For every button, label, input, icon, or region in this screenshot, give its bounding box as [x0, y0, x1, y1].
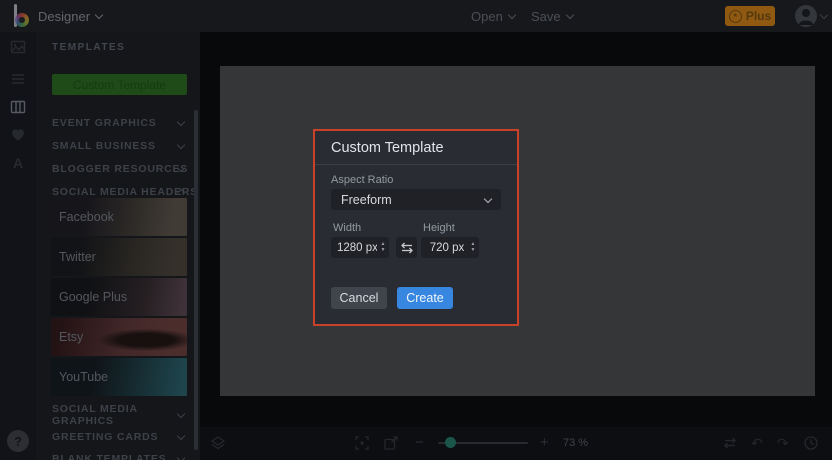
chevron-down-icon: [176, 140, 186, 150]
save-menu[interactable]: Save: [531, 0, 574, 32]
height-stepper[interactable]: ▲ ▼: [467, 242, 479, 253]
zoom-percent: 73 %: [563, 437, 589, 449]
bottom-toolbar: − + 73 % ↶ ↷: [200, 427, 832, 460]
fit-to-screen-icon[interactable]: [354, 435, 370, 451]
befunky-logo-icon[interactable]: [12, 4, 34, 28]
zoom-slider-thumb[interactable]: [445, 437, 456, 448]
heart-icon[interactable]: [10, 127, 26, 143]
width-field: ▲ ▼: [331, 237, 389, 258]
height-input[interactable]: [421, 241, 467, 254]
zoom-out-button[interactable]: −: [415, 435, 424, 451]
width-stepper[interactable]: ▲ ▼: [377, 242, 389, 253]
step-down-icon[interactable]: ▼: [381, 248, 386, 253]
template-thumb-google-plus[interactable]: Google Plus: [51, 278, 187, 316]
swap-arrows-icon: [400, 242, 413, 253]
chevron-down-icon: [176, 117, 186, 127]
help-button[interactable]: ?: [7, 430, 29, 452]
category-blank-templates[interactable]: BLANK TEMPLATES: [36, 448, 200, 460]
plus-badge-icon: ★: [728, 9, 742, 23]
swap-dimensions-button[interactable]: [396, 237, 417, 258]
cancel-button[interactable]: Cancel: [331, 287, 387, 309]
template-thumb-youtube[interactable]: YouTube: [51, 358, 187, 396]
designer-app-window: Designer Open Save ★ Plus A TEMPLATES Cu…: [0, 0, 832, 460]
panel-heading: TEMPLATES: [52, 42, 126, 53]
custom-template-button[interactable]: Custom Template: [52, 74, 187, 95]
avatar: [795, 5, 817, 27]
dialog-title: Custom Template: [331, 140, 444, 156]
undo-icon[interactable]: ↶: [751, 435, 763, 451]
chevron-down-icon: [483, 194, 493, 203]
compare-icon[interactable]: [722, 435, 738, 451]
category-blogger-resources[interactable]: BLOGGER RESOURCES: [36, 158, 200, 180]
list-icon[interactable]: [10, 71, 26, 87]
text-icon[interactable]: A: [10, 155, 26, 171]
plus-upgrade-button[interactable]: ★ Plus: [725, 6, 775, 26]
aspect-ratio-label: Aspect Ratio: [331, 174, 394, 186]
plus-button-label: Plus: [745, 9, 772, 23]
dialog-header: Custom Template: [315, 131, 517, 165]
aspect-ratio-value: Freeform: [341, 192, 392, 207]
aspect-ratio-select[interactable]: Freeform: [331, 189, 501, 210]
step-down-icon[interactable]: ▼: [471, 248, 476, 253]
open-menu[interactable]: Open: [471, 0, 517, 32]
zoom-in-button[interactable]: +: [540, 435, 549, 451]
designer-menu[interactable]: Designer: [38, 0, 104, 32]
layers-icon[interactable]: [210, 435, 226, 451]
category-small-business[interactable]: SMALL BUSINESS: [36, 135, 200, 157]
save-menu-label: Save: [531, 8, 561, 24]
chevron-down-icon: [565, 10, 574, 20]
height-field: ▲ ▼: [421, 237, 479, 258]
width-input[interactable]: [331, 241, 377, 254]
panel-scrollbar[interactable]: [194, 110, 198, 450]
chevron-down-icon: [176, 431, 186, 441]
chevron-down-icon: [176, 453, 186, 460]
template-thumb-twitter[interactable]: Twitter: [51, 238, 187, 276]
category-greeting-cards[interactable]: GREETING CARDS: [36, 426, 200, 448]
custom-template-dialog: Custom Template Aspect Ratio Freeform Wi…: [313, 129, 519, 326]
chevron-down-icon: [94, 10, 104, 20]
top-bar: Designer Open Save ★ Plus: [0, 0, 832, 32]
template-thumb-facebook[interactable]: Facebook: [51, 198, 187, 236]
history-icon[interactable]: [803, 435, 819, 451]
template-thumb-etsy[interactable]: Etsy: [51, 318, 187, 356]
templates-panel: TEMPLATES Custom Template EVENT GRAPHICS…: [36, 32, 200, 460]
create-button[interactable]: Create: [397, 287, 453, 309]
open-menu-label: Open: [471, 8, 503, 24]
designer-menu-label: Designer: [38, 8, 91, 24]
expand-canvas-icon[interactable]: [383, 435, 399, 451]
width-label: Width: [333, 222, 362, 234]
tool-rail: A: [0, 32, 36, 460]
columns-icon[interactable]: [10, 99, 26, 115]
templates-icon[interactable]: [10, 39, 26, 55]
chevron-down-icon: [507, 10, 517, 20]
category-social-media-graphics[interactable]: SOCIAL MEDIA GRAPHICS: [36, 403, 200, 427]
redo-icon[interactable]: ↷: [777, 435, 789, 451]
category-event-graphics[interactable]: EVENT GRAPHICS: [36, 112, 200, 134]
height-label: Height: [423, 222, 455, 234]
account-menu[interactable]: [795, 5, 829, 27]
chevron-down-icon: [819, 10, 829, 20]
